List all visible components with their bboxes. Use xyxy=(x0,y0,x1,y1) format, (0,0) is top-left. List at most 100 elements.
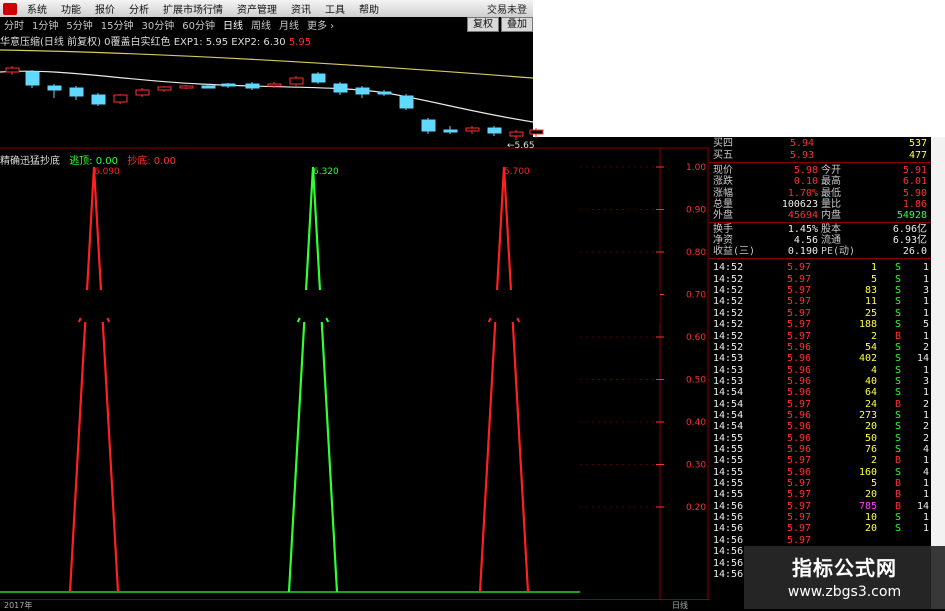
period-tab[interactable]: 60分钟 xyxy=(178,17,219,32)
tick-side: S xyxy=(894,341,901,353)
tick-count: 1 xyxy=(922,307,929,319)
footer-year: 2017年 xyxy=(4,601,33,610)
menu-item[interactable]: 帮助 xyxy=(352,1,386,16)
candle-body xyxy=(399,95,414,109)
order-level-label: 买四 xyxy=(713,138,733,149)
tick-volume: 5 xyxy=(870,478,877,490)
main-chart-legend: 华意压缩(日线 前复权) 0覆盖白实红色 EXP1: 5.95 EXP2: 6.… xyxy=(0,33,311,48)
stat-value: 5.91 xyxy=(902,165,927,176)
stat-label: 总量 xyxy=(713,198,733,210)
tick-price: 5.97 xyxy=(787,478,812,490)
candle-body xyxy=(509,131,524,137)
overlay-button[interactable]: 叠加 xyxy=(501,17,533,32)
tick-price: 5.97 xyxy=(787,273,812,285)
stat-value: 4.56 xyxy=(793,234,818,246)
indicator-peak xyxy=(68,166,120,593)
menu-item[interactable]: 系统 xyxy=(20,1,54,16)
stat-label: 最低 xyxy=(821,187,841,199)
trade-login-status[interactable]: 交易未登 xyxy=(487,1,533,16)
tick-side: B xyxy=(894,489,901,501)
low-price-label: ←5.65 xyxy=(507,141,535,151)
menu-item[interactable]: 资讯 xyxy=(284,1,318,16)
separator xyxy=(709,221,931,223)
period-tab[interactable]: 30分钟 xyxy=(137,17,178,32)
tick-time: 14:55 xyxy=(713,432,744,444)
tick-count: 5 xyxy=(922,319,929,331)
tick-price: 5.97 xyxy=(787,512,812,524)
period-tab[interactable]: 更多 › xyxy=(303,17,338,32)
period-tab[interactable]: 月线 xyxy=(275,17,303,32)
tick-volume: 273 xyxy=(858,409,877,421)
tick-time: 14:55 xyxy=(713,466,744,478)
y-tick-label: 0.80 xyxy=(686,248,706,258)
tick-price: 5.97 xyxy=(787,500,812,512)
y-tick-label: 0.70 xyxy=(686,291,706,301)
tick-count: 1 xyxy=(922,262,929,274)
y-tick-label: 1.00 xyxy=(686,163,706,173)
tick-volume: 76 xyxy=(864,444,877,455)
candlestick-chart xyxy=(0,49,709,600)
order-volume: 477 xyxy=(908,150,927,161)
stat-label: 净资 xyxy=(713,234,733,246)
y-tick-label: 0.50 xyxy=(686,376,706,386)
tick-count: 1 xyxy=(922,455,929,467)
tick-count: 1 xyxy=(922,387,929,399)
candle-body xyxy=(355,87,370,95)
tick-time: 14:54 xyxy=(713,409,744,421)
candle-body xyxy=(487,127,502,134)
main-legend-value: 5.95 xyxy=(288,37,312,48)
tick-count: 14 xyxy=(916,500,929,512)
indicator-escape-value: 逃顶: 0.00 xyxy=(69,156,119,167)
quote-row: 14:52 5.97 83 S 3 xyxy=(709,285,931,296)
tick-price: 5.96 xyxy=(787,432,812,444)
period-tab[interactable]: 1分钟 xyxy=(28,17,62,32)
fuquan-button[interactable]: 复权 xyxy=(467,17,499,32)
menu-item[interactable]: 扩展市场行情 xyxy=(156,1,230,16)
quote-row: 收益(三) 0.190 PE(动) 26.0 xyxy=(709,246,931,257)
menu-item[interactable]: 报价 xyxy=(88,1,122,16)
menu-item[interactable]: 工具 xyxy=(318,1,352,16)
tick-side: S xyxy=(894,285,901,297)
tick-time: 14:55 xyxy=(713,478,744,490)
tick-volume: 10 xyxy=(864,512,877,524)
tick-time: 14:56 xyxy=(713,500,744,512)
period-tab[interactable]: 15分钟 xyxy=(97,17,138,32)
quote-row: 14:52 5.97 5 S 1 xyxy=(709,274,931,285)
quote-row: 14:56 5.97 xyxy=(709,535,931,546)
period-tab[interactable]: 5分钟 xyxy=(62,17,96,32)
tick-volume: 785 xyxy=(858,500,877,512)
tick-time: 14:54 xyxy=(713,421,744,433)
quote-row: 涨跌 0.10 最高 6.01 xyxy=(709,176,931,187)
tick-side: S xyxy=(894,262,901,274)
candle-body xyxy=(267,83,282,87)
menu-item[interactable]: 分析 xyxy=(122,1,156,16)
stat-label: 涨跌 xyxy=(713,176,733,188)
tick-side: B xyxy=(894,478,901,490)
menu-item[interactable]: 资产管理 xyxy=(230,1,284,16)
stat-label: 量比 xyxy=(821,198,841,210)
indicator-peak xyxy=(478,166,530,593)
quote-row: 买五 5.93 477 xyxy=(709,150,931,161)
peak-label: 6.320 xyxy=(313,167,339,177)
y-tick-label: 0.60 xyxy=(686,333,706,343)
tick-side: S xyxy=(894,353,901,365)
stat-value: 45694 xyxy=(787,210,818,222)
tick-count: 4 xyxy=(922,466,929,478)
period-tab[interactable]: 周线 xyxy=(247,17,275,32)
tick-volume: 64 xyxy=(864,387,877,399)
tick-time: 14:52 xyxy=(713,262,744,274)
tick-side: S xyxy=(894,307,901,319)
period-tab[interactable]: 日线 xyxy=(219,17,247,32)
tick-count: 2 xyxy=(922,341,929,353)
tick-count: 2 xyxy=(922,398,929,410)
menu-item[interactable]: 功能 xyxy=(54,1,88,16)
candle-body xyxy=(69,87,84,97)
period-tab[interactable]: 分时 xyxy=(0,17,28,32)
tick-count: 1 xyxy=(922,523,929,535)
tick-price: 5.96 xyxy=(787,409,812,421)
tick-count: 1 xyxy=(922,489,929,501)
candle-body xyxy=(221,83,236,87)
indicator-legend: 精确迅猛抄底 逃顶: 0.00 抄底: 0.00 xyxy=(0,152,176,167)
chart-canvas: 1.00 0.90 0.80 0.70 0.60 0.50 0.40 0.30 0.20 6.09… xyxy=(0,49,709,600)
footer-period: 日线 xyxy=(672,601,688,610)
